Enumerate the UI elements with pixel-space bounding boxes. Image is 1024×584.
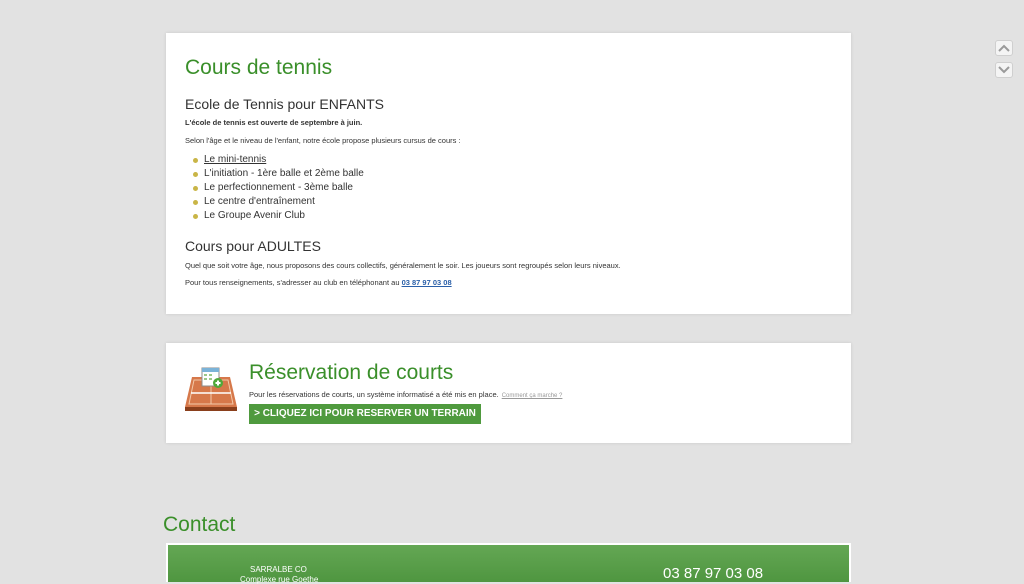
mini-tennis-link[interactable]: Le mini-tennis <box>204 154 266 165</box>
club-phone-link[interactable]: 03 87 97 03 08 <box>402 278 452 287</box>
booking-text: Pour les réservations de courts, un syst… <box>249 390 562 399</box>
contact-panel: SARRALBE CO Complexe rue Goethe 03 87 97… <box>166 543 851 584</box>
contact-phone: 03 87 97 03 08 <box>663 565 764 582</box>
list-item: L'initiation - 1ère balle et 2ème balle <box>192 167 364 181</box>
booking-title: Réservation de courts <box>249 361 454 384</box>
adults-info: Pour tous renseignements, s'adresser au … <box>185 278 452 287</box>
list-item-label: Le perfectionnement - 3ème balle <box>204 182 353 193</box>
contact-banner: SARRALBE CO Complexe rue Goethe 03 87 97… <box>168 545 849 584</box>
list-item: Le Groupe Avenir Club <box>192 209 364 223</box>
booking-description: Pour les réservations de courts, un syst… <box>249 390 499 399</box>
chevron-up-icon <box>998 44 1010 52</box>
contact-title: Contact <box>163 513 236 536</box>
bullet-dot-icon <box>193 158 198 163</box>
list-item-label: L'initiation - 1ère balle et 2ème balle <box>204 168 364 179</box>
bullet-dot-icon <box>193 172 198 177</box>
list-item-label: Le centre d'entraînement <box>204 196 315 207</box>
courses-panel: Cours de tennis Ecole de Tennis pour ENF… <box>166 33 851 314</box>
adults-heading: Cours pour ADULTES <box>185 238 321 254</box>
chevron-down-icon <box>998 66 1010 74</box>
adults-text: Quel que soit votre âge, nous proposons … <box>185 261 621 270</box>
contact-address: Complexe rue Goethe <box>240 575 319 584</box>
booking-panel: Réservation de courts Pour les réservati… <box>166 343 851 443</box>
contact-name: SARRALBE CO <box>250 565 307 574</box>
how-it-works-link[interactable]: Comment ça marche ? <box>502 393 563 399</box>
adults-info-text: Pour tous renseignements, s'adresser au … <box>185 278 402 287</box>
courses-title: Cours de tennis <box>185 56 333 79</box>
bullet-dot-icon <box>193 200 198 205</box>
list-item: Le perfectionnement - 3ème balle <box>192 181 364 195</box>
list-item: Le centre d'entraînement <box>192 195 364 209</box>
tennis-court-calendar-icon <box>185 367 237 411</box>
reserve-court-button[interactable]: > CLIQUEZ ICI POUR RESERVER UN TERRAIN <box>249 404 481 424</box>
kids-intro-bold: L'école de tennis est ouverte de septemb… <box>185 118 363 127</box>
bullet-dot-icon <box>193 214 198 219</box>
bullet-dot-icon <box>193 186 198 191</box>
list-item[interactable]: Le mini-tennis <box>192 153 364 167</box>
scroll-down-button[interactable] <box>995 62 1013 78</box>
list-item-label: Le Groupe Avenir Club <box>204 210 305 221</box>
scroll-up-button[interactable] <box>995 40 1013 56</box>
kids-intro: Selon l'âge et le niveau de l'enfant, no… <box>185 136 461 145</box>
kids-heading: Ecole de Tennis pour ENFANTS <box>185 96 384 112</box>
kids-course-list: Le mini-tennis L'initiation - 1ère balle… <box>192 153 364 223</box>
